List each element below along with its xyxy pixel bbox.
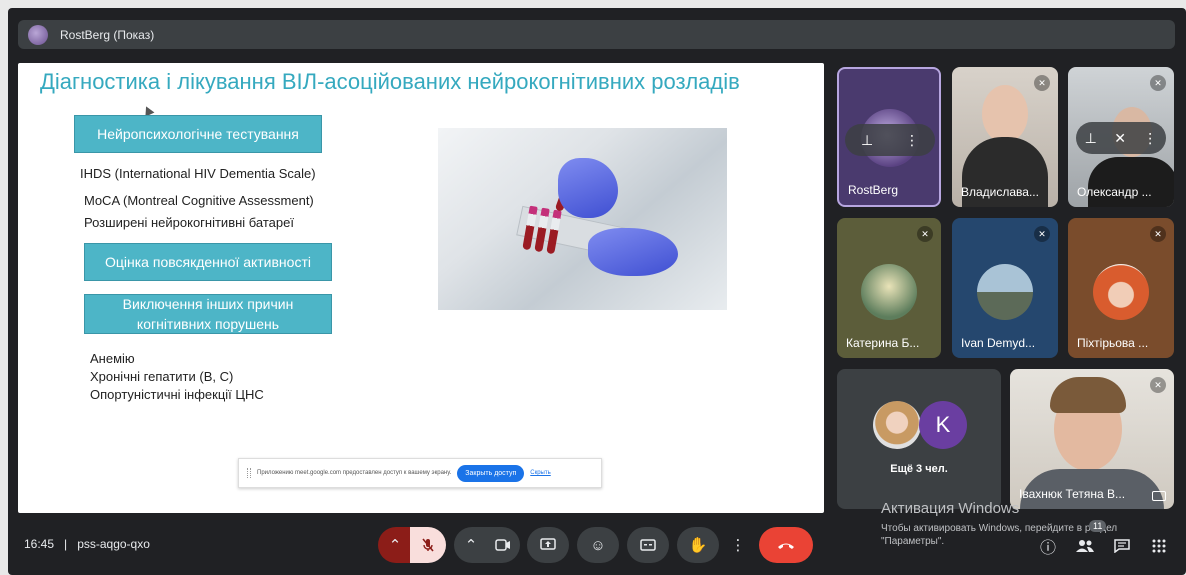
more-vert-icon[interactable]: ⋮ xyxy=(1143,130,1157,147)
pill-neuropsych-testing: Нейропсихологічне тестування xyxy=(74,115,322,153)
people-button[interactable] xyxy=(1074,535,1096,557)
presenter-avatar xyxy=(28,24,48,45)
avatar-letter: K xyxy=(919,401,967,449)
tile-hover-controls: ⊥ ✕ ⋮ xyxy=(1076,122,1166,154)
meeting-details-button[interactable]: ⓘ xyxy=(1037,535,1059,557)
more-vert-icon[interactable]: ⋮ xyxy=(905,132,919,149)
participant-name: Катерина Б... xyxy=(846,336,920,350)
pip-icon[interactable] xyxy=(1152,491,1166,501)
leave-call-button[interactable] xyxy=(759,527,813,563)
avatar xyxy=(873,401,921,449)
participant-name: Ivan Demyd... xyxy=(961,336,1036,350)
slide-title: Діагностика і лікування ВІЛ-асоційованих… xyxy=(40,69,740,94)
mic-off-icon: ✕ xyxy=(1034,75,1050,91)
mic-off-icon: ✕ xyxy=(1150,377,1166,393)
participant-tile-vladyslava[interactable]: ✕ Владислава... xyxy=(952,67,1058,207)
participants-count-badge: 11 xyxy=(1089,520,1107,532)
slide-item: Опортуністичні інфекції ЦНС xyxy=(90,387,264,402)
avatar xyxy=(1093,264,1149,320)
raise-hand-icon: ✋ xyxy=(688,537,708,554)
chat-button[interactable] xyxy=(1111,535,1133,557)
shared-screen: Діагностика і лікування ВІЛ-асоційованих… xyxy=(18,63,824,513)
slide-item: IHDS (International HIV Dementia Scale) xyxy=(80,166,316,181)
hide-notice-link[interactable]: Скрыть xyxy=(530,470,550,476)
participant-tile-pikhtirova[interactable]: ✕ Піхтірьова ... xyxy=(1068,218,1174,358)
mic-off-icon: ✕ xyxy=(917,226,933,242)
mic-off-icon: ✕ xyxy=(1150,75,1166,91)
others-label: Ещё 3 чел. xyxy=(890,463,948,475)
activities-icon xyxy=(1152,539,1166,553)
lab-photo xyxy=(438,128,727,310)
mic-off-icon xyxy=(422,538,434,552)
face xyxy=(982,85,1028,143)
participant-tile-oleksandr[interactable]: ⊥ ✕ ⋮ ✕ Олександр ... xyxy=(1068,67,1174,207)
participant-tile-kateryna[interactable]: ✕ Катерина Б... xyxy=(837,218,941,358)
meeting-code: pss-aqgo-qxo xyxy=(77,537,150,551)
participant-name: Олександр ... xyxy=(1077,185,1152,199)
others-tile[interactable]: K Ещё 3 чел. xyxy=(837,369,1001,509)
mic-off-icon: ✕ xyxy=(1150,226,1166,242)
pill-line: когнітивних порушень xyxy=(136,316,280,332)
present-icon xyxy=(540,538,556,550)
mic-options-button[interactable]: ⌃ xyxy=(378,527,412,563)
participant-name: Піхтірьова ... xyxy=(1077,336,1149,350)
camera-icon xyxy=(495,539,510,551)
share-message: Приложению meet.google.com предоставлен … xyxy=(257,470,452,476)
participant-name: Владислава... xyxy=(961,185,1039,199)
mic-toggle-button[interactable] xyxy=(410,527,446,563)
people-icon xyxy=(1076,540,1094,552)
end-call-icon xyxy=(778,543,794,549)
slide-item: Розширені нейрокогнітивні батареї xyxy=(84,215,294,230)
info-icon: ⓘ xyxy=(1039,540,1056,557)
emoji-icon: ☺ xyxy=(590,536,606,554)
present-button[interactable] xyxy=(527,527,569,563)
chevron-up-icon: ⌃ xyxy=(388,537,402,554)
pin-icon[interactable]: ⊥ xyxy=(1085,130,1097,147)
activities-button[interactable] xyxy=(1148,535,1170,557)
captions-button[interactable] xyxy=(627,527,669,563)
participant-name: RostBerg xyxy=(848,183,899,197)
screen-share-notice: Приложению meet.google.com предоставлен … xyxy=(238,458,602,488)
avatar xyxy=(977,264,1033,320)
participant-tile-ivakhniuk[interactable]: ✕ Іваxнюк Тетяна В... xyxy=(1010,369,1174,509)
pill-exclude-causes: Виключення інших причин когнітивних пору… xyxy=(84,294,332,334)
body xyxy=(1088,157,1174,207)
mic-off-icon: ✕ xyxy=(1114,129,1126,146)
presenter-bar: RostBerg (Показ) xyxy=(18,20,1175,49)
glove-hand xyxy=(558,158,618,218)
more-vert-icon: ⋮ xyxy=(730,537,746,554)
pin-icon[interactable]: ⊥ xyxy=(861,132,873,149)
separator: | xyxy=(64,537,68,551)
avatar xyxy=(861,264,917,320)
watermark-title: Активация Windows xyxy=(881,500,1020,517)
presenter-title: RostBerg (Показ) xyxy=(60,27,155,42)
slide-item: Хронічні гепатити (В, С) xyxy=(90,369,234,384)
meeting-info: 16:45 | pss-aqgo-qxo xyxy=(24,537,150,551)
stop-sharing-button[interactable]: Закрыть доступ xyxy=(457,464,525,482)
participant-name: Іваxнюк Тетяна В... xyxy=(1019,487,1126,501)
camera-options-button[interactable]: ⌃ xyxy=(454,527,488,563)
participant-tile-ivan[interactable]: ✕ Ivan Demyd... xyxy=(952,218,1058,358)
mic-off-icon: ✕ xyxy=(1034,226,1050,242)
reactions-button[interactable]: ☺ xyxy=(577,527,619,563)
chat-icon xyxy=(1114,539,1130,553)
tile-hover-controls: ⊥ ⋮ xyxy=(845,124,935,156)
pill-line: Виключення інших причин xyxy=(122,296,294,312)
hair xyxy=(1050,377,1126,413)
chevron-up-icon: ⌃ xyxy=(464,537,478,554)
raise-hand-button[interactable]: ✋ xyxy=(677,527,719,563)
slide-item: MoCA (Montreal Cognitive Assessment) xyxy=(84,193,314,208)
more-options-button[interactable]: ⋮ xyxy=(726,527,750,563)
pill-daily-activity: Оцінка повсякденної активності xyxy=(84,243,332,281)
watermark-text: Чтобы активировать Windows, перейдите в … xyxy=(881,523,1118,534)
slide-item: Анемію xyxy=(90,351,135,366)
drag-handle-icon[interactable] xyxy=(247,468,251,478)
participant-tile-rostberg[interactable]: ⊥ ⋮ RostBerg xyxy=(837,67,941,207)
glove-hand xyxy=(588,228,678,276)
captions-icon xyxy=(640,539,656,551)
clock: 16:45 xyxy=(24,537,55,551)
